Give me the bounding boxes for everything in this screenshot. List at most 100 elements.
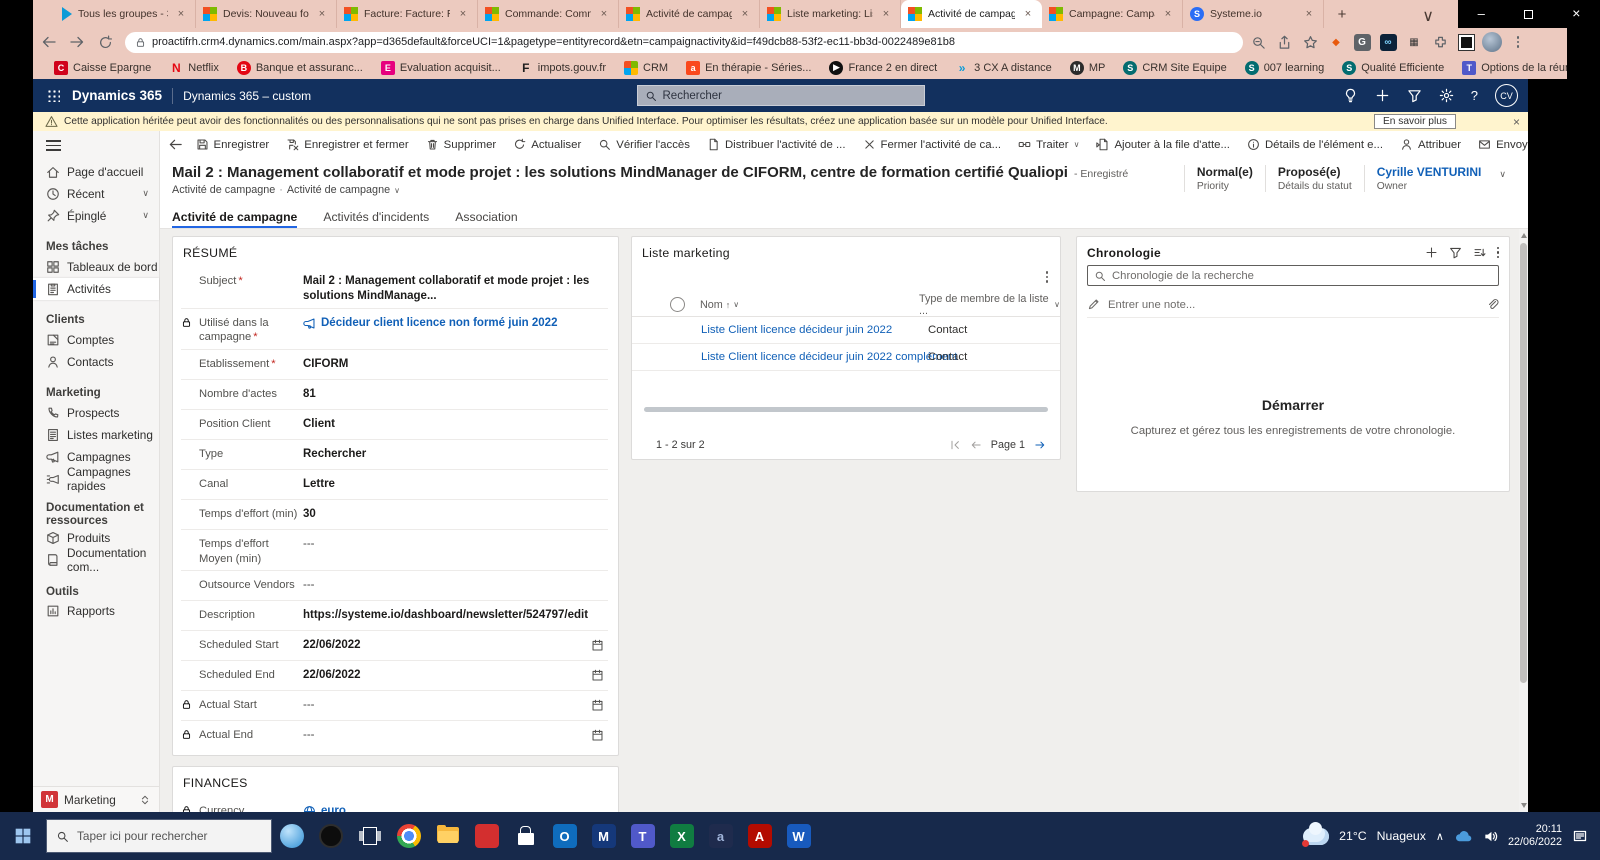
excel-icon[interactable]: X [662, 812, 701, 860]
taskbar-clock[interactable]: 20:11 22/06/2022 [1508, 823, 1562, 850]
bookmark-item[interactable]: C Caisse Epargne [45, 60, 160, 75]
column-header-name[interactable]: Nom ↑ [700, 299, 739, 311]
form-field-row[interactable]: Subject * Mail 2 : Management collaborati… [181, 267, 608, 309]
lightbulb-icon[interactable] [1343, 88, 1358, 103]
browser-tab[interactable]: Activité de campagne [901, 0, 1042, 28]
tab-close-icon[interactable] [738, 7, 752, 21]
browser-tab[interactable]: Tous les groupes - 3C [55, 0, 196, 28]
field-value[interactable]: --- [299, 578, 608, 593]
teams-icon[interactable]: T [623, 812, 662, 860]
sidebar-item[interactable]: Épinglé [33, 205, 159, 227]
marketing-list-link[interactable]: Liste Client licence décideur juin 2022 [701, 324, 892, 336]
waffle-icon[interactable] [47, 89, 60, 102]
bookmark-item[interactable]: F impots.gouv.fr [510, 61, 615, 75]
form-field-row[interactable]: Position Client* Client [181, 410, 608, 440]
field-value[interactable]: Décideur client licence non formé juin 2… [299, 316, 608, 331]
form-field-row[interactable]: Temps d'effort (min)* 30 [181, 500, 608, 530]
calendar-icon[interactable] [591, 699, 604, 712]
d365-app-name[interactable]: Dynamics 365 – custom [183, 89, 311, 103]
field-value[interactable]: Client [299, 417, 608, 432]
chrome-icon[interactable] [389, 812, 428, 860]
field-value[interactable]: euro [299, 804, 608, 812]
bookmark-item[interactable]: M MP [1061, 60, 1115, 75]
reload-icon[interactable] [93, 30, 117, 54]
header-field[interactable]: Normal(e) Priority [1183, 165, 1265, 192]
volume-icon[interactable] [1483, 829, 1498, 844]
scrollbar-thumb[interactable] [1520, 243, 1527, 683]
forward-icon[interactable] [65, 30, 89, 54]
tab-close-icon[interactable] [456, 7, 470, 21]
horizontal-scrollbar[interactable] [644, 407, 1048, 412]
form-field-row[interactable]: Actual End* --- [181, 721, 608, 751]
command-button[interactable]: Enregistrer et fermer [278, 138, 417, 151]
outlook-icon[interactable]: O [545, 812, 584, 860]
vertical-scrollbar[interactable] [1519, 229, 1528, 812]
extensions-puzzle-icon[interactable] [1429, 31, 1451, 53]
scroll-up-icon[interactable] [1520, 233, 1527, 238]
header-field[interactable]: Cyrille VENTURINI Owner [1363, 165, 1494, 192]
browser-tab[interactable]: S Systeme.io [1183, 0, 1324, 28]
zoom-icon[interactable] [1247, 31, 1269, 53]
weather-temp[interactable]: 21°C [1339, 829, 1366, 843]
red-app-icon[interactable] [467, 812, 506, 860]
sidebar-item[interactable]: Documentation com... [33, 546, 159, 574]
url-text[interactable]: proactifrh.crm4.dynamics.com/main.aspx?a… [152, 36, 955, 48]
bookmark-star-icon[interactable] [1299, 31, 1321, 53]
command-button[interactable]: Supprimer [417, 138, 505, 151]
tab-close-icon[interactable] [879, 7, 893, 21]
onedrive-icon[interactable] [1454, 829, 1473, 843]
browser-menu-icon[interactable] [1507, 31, 1529, 53]
form-field-row[interactable]: Utilisé dans la campagne * Décideur clien… [181, 309, 608, 350]
field-value[interactable]: --- [299, 698, 608, 713]
form-field-row[interactable]: Canal* Lettre [181, 470, 608, 500]
select-all-radio[interactable] [670, 297, 685, 312]
close-button[interactable] [1572, 5, 1580, 23]
weather-label[interactable]: Nuageux [1377, 829, 1426, 843]
back-icon[interactable] [37, 30, 61, 54]
timeline-sort-icon[interactable] [1473, 246, 1486, 259]
form-field-row[interactable]: Currency* euro [181, 797, 608, 812]
first-page-icon[interactable] [949, 439, 961, 451]
timeline-more-icon[interactable] [1496, 246, 1499, 259]
extension-icon[interactable]: ▦ [1403, 31, 1425, 53]
marketing-list-link[interactable]: Liste Client licence décideur juin 2022 … [701, 351, 957, 363]
action-center-icon[interactable] [1572, 828, 1588, 844]
d365-brand[interactable]: Dynamics 365 [72, 88, 162, 103]
subgrid-menu-icon[interactable] [1045, 271, 1048, 283]
form-field-row[interactable]: Nombre d'actes* 81 [181, 380, 608, 410]
task-view-icon[interactable] [350, 812, 389, 860]
learn-more-button[interactable]: En savoir plus [1374, 114, 1456, 129]
form-field-row[interactable]: Scheduled End* 22/06/2022 [181, 661, 608, 692]
sidebar-item[interactable]: Rapports [33, 600, 159, 622]
browser-tab[interactable]: Commande: Comman [478, 0, 619, 28]
attachment-icon[interactable] [1486, 298, 1499, 311]
field-value[interactable]: 22/06/2022 [299, 668, 608, 683]
command-button[interactable]: Détails de l'élément e... [1238, 138, 1391, 151]
word-icon[interactable]: W [779, 812, 818, 860]
dark-circle-app-icon[interactable] [311, 812, 350, 860]
share-icon[interactable] [1273, 31, 1295, 53]
form-tab[interactable]: Activité de campagne [172, 206, 298, 228]
field-value[interactable]: Mail 2 : Management collaboratif et mode… [299, 274, 608, 304]
d365-search-input[interactable]: Rechercher [636, 85, 925, 106]
banner-close-icon[interactable] [1513, 115, 1520, 129]
previous-page-icon[interactable] [970, 439, 982, 451]
weather-icon[interactable] [1302, 821, 1330, 847]
sidebar-item[interactable]: Tableaux de bord [33, 256, 159, 278]
sidebar-item[interactable]: Listes marketing [33, 424, 159, 446]
field-value[interactable]: --- [299, 728, 608, 743]
field-value[interactable]: 81 [299, 387, 608, 402]
bookmark-item[interactable]: S Qualité Efficiente [1333, 60, 1453, 75]
bookmark-item[interactable]: S CRM Site Equipe [1114, 60, 1235, 75]
header-field[interactable]: Proposé(e) Détails du statut [1264, 165, 1364, 192]
gear-icon[interactable] [1439, 88, 1454, 103]
extension-icon[interactable]: G [1351, 31, 1373, 53]
sidebar-item[interactable]: Contacts [33, 351, 159, 373]
form-tab[interactable]: Activités d'incidents [323, 206, 429, 228]
tab-close-icon[interactable] [315, 7, 329, 21]
extension-icon[interactable]: ∞ [1377, 31, 1399, 53]
bookmark-item[interactable]: E Evaluation acquisit... [372, 60, 510, 75]
bookmark-item[interactable]: N Netflix [160, 61, 228, 75]
form-selector[interactable]: Activité de campagne [287, 184, 390, 196]
cortana-icon[interactable] [272, 812, 311, 860]
